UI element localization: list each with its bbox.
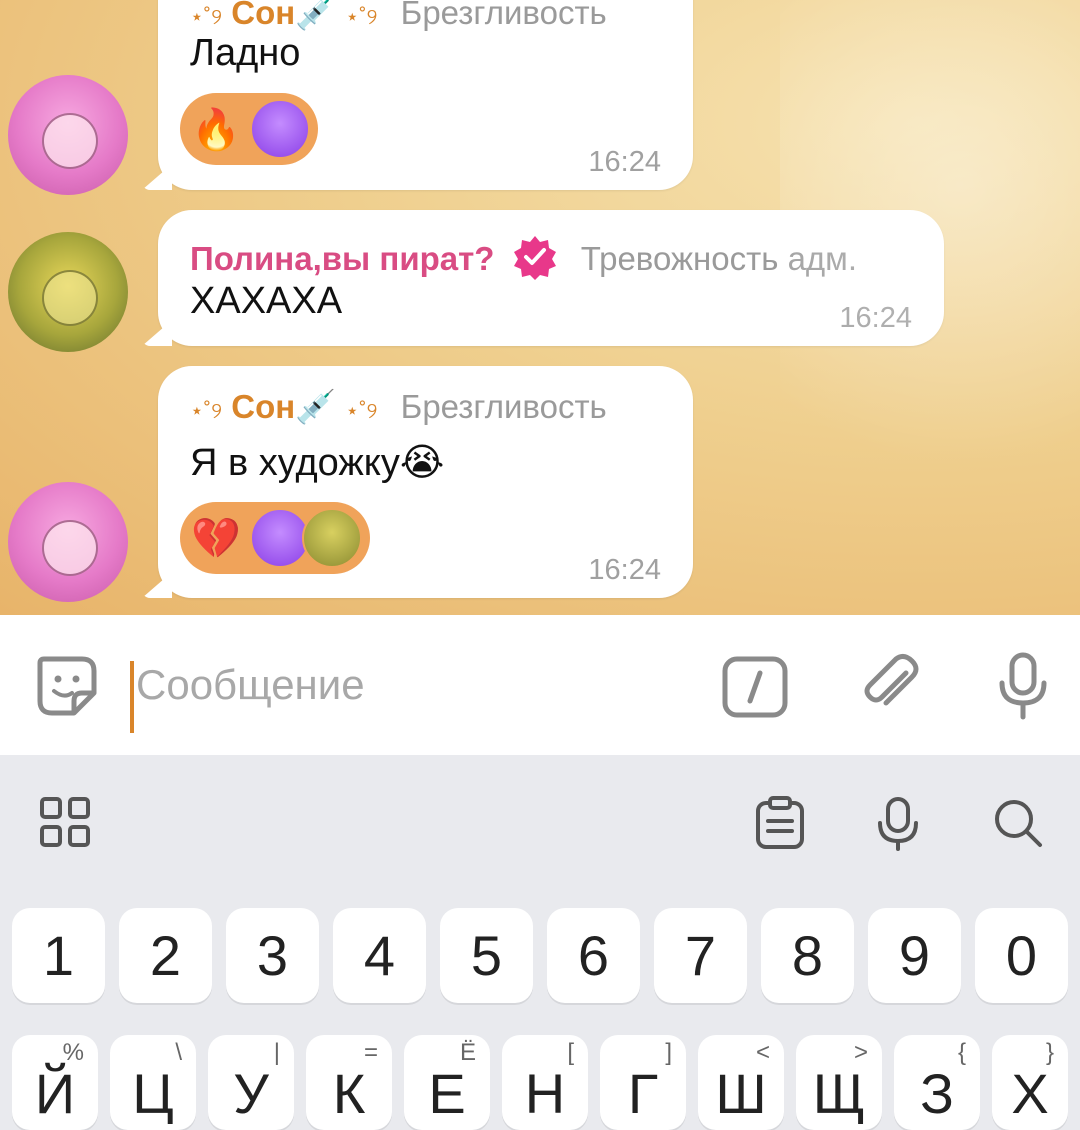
sender-decoration: ⋆˚୨ <box>345 398 378 423</box>
sender-decoration: ⋆˚୨ <box>190 398 223 423</box>
sender-decoration: ⋆˚୨ <box>345 4 378 29</box>
verified-badge-icon <box>513 236 556 280</box>
sender-line: ⋆˚୨ Сон💉 ⋆˚୨ Брезгливость <box>190 388 607 427</box>
microphone-icon[interactable] <box>988 651 1058 721</box>
clipboard-icon[interactable] <box>752 795 808 851</box>
key-3[interactable]: 3 <box>226 908 319 1003</box>
key-5[interactable]: 5 <box>440 908 533 1003</box>
text-caret <box>130 661 134 733</box>
apps-grid-icon[interactable] <box>38 795 94 851</box>
sender-decoration: ⋆˚୨ <box>190 4 223 29</box>
avatar-son[interactable] <box>8 482 128 602</box>
keyboard-toolbar <box>0 755 1080 895</box>
key-letter[interactable]: Н[ <box>502 1035 588 1130</box>
reactor-avatar <box>250 99 310 159</box>
sender-role: Брезгливость <box>400 0 607 31</box>
key-1[interactable]: 1 <box>12 908 105 1003</box>
syringe-emoji: 💉 <box>295 388 337 425</box>
syringe-emoji: 💉 <box>295 0 337 31</box>
key-0[interactable]: 0 <box>975 908 1068 1003</box>
sender-role: Брезгливость <box>400 388 607 425</box>
key-letter[interactable]: Г] <box>600 1035 686 1130</box>
fire-reaction-icon: 🔥 <box>191 107 241 152</box>
key-letter[interactable]: Х} <box>992 1035 1068 1130</box>
key-letter[interactable]: Й% <box>12 1035 98 1130</box>
chat-area[interactable]: ⋆˚୨ Сон💉 ⋆˚୨ Брезгливость Ладно 🔥 16:24 … <box>0 0 1080 615</box>
key-letter[interactable]: У | <box>208 1035 294 1130</box>
key-letter[interactable]: Щ > <box>796 1035 882 1130</box>
key-4[interactable]: 4 <box>333 908 426 1003</box>
attachment-icon[interactable] <box>856 651 926 721</box>
search-icon[interactable] <box>990 795 1046 851</box>
message-text: ХАХАХА <box>190 280 343 322</box>
message-time: 16:24 <box>588 146 661 178</box>
key-7[interactable]: 7 <box>654 908 747 1003</box>
voice-input-icon[interactable] <box>870 795 926 851</box>
message-text: Я в художку😭 <box>190 442 445 484</box>
sender-line: ⋆˚୨ Сон💉 ⋆˚୨ Брезгливость <box>190 0 607 33</box>
key-letter[interactable]: ЕЁ <box>404 1035 490 1130</box>
sender-role: Тревожность адм. <box>580 240 858 277</box>
message-input[interactable]: Сообщение <box>136 661 365 709</box>
message-input-bar: Сообщение <box>0 615 1080 755</box>
key-2[interactable]: 2 <box>119 908 212 1003</box>
message-bubble[interactable]: Полина,вы пират? Тревожность адм. ХАХАХА… <box>142 210 944 346</box>
reactor-avatar <box>302 508 362 568</box>
bot-commands-icon[interactable] <box>720 651 790 721</box>
key-letter[interactable]: Ш < <box>698 1035 784 1130</box>
message-bubble[interactable]: ⋆˚୨ Сон💉 ⋆˚୨ Брезгливость Ладно 🔥 16:24 <box>142 0 693 190</box>
reaction-chip[interactable]: 🔥 <box>180 93 318 165</box>
key-letter[interactable]: З{ <box>894 1035 980 1130</box>
sender-name[interactable]: Полина,вы пират? <box>190 240 494 277</box>
key-8[interactable]: 8 <box>761 908 854 1003</box>
message-time: 16:24 <box>839 302 912 334</box>
message-text: Ладно <box>190 32 301 74</box>
sticker-icon[interactable] <box>32 651 102 721</box>
broken-heart-reaction-icon: 💔 <box>191 516 241 561</box>
avatar-polina[interactable] <box>8 232 128 352</box>
avatar-son[interactable] <box>8 75 128 195</box>
sender-name[interactable]: Сон <box>231 0 295 31</box>
key-letter[interactable]: Ц \ <box>110 1035 196 1130</box>
message-time: 16:24 <box>588 554 661 586</box>
key-9[interactable]: 9 <box>868 908 961 1003</box>
reaction-chip[interactable]: 💔 <box>180 502 370 574</box>
sender-line: Полина,вы пират? Тревожность адм. <box>190 234 857 280</box>
key-letter[interactable]: К = <box>306 1035 392 1130</box>
message-bubble[interactable]: ⋆˚୨ Сон💉 ⋆˚୨ Брезгливость Я в художку😭 💔… <box>142 366 693 598</box>
sender-name[interactable]: Сон <box>231 388 295 425</box>
reactor-avatar <box>250 508 310 568</box>
key-6[interactable]: 6 <box>547 908 640 1003</box>
